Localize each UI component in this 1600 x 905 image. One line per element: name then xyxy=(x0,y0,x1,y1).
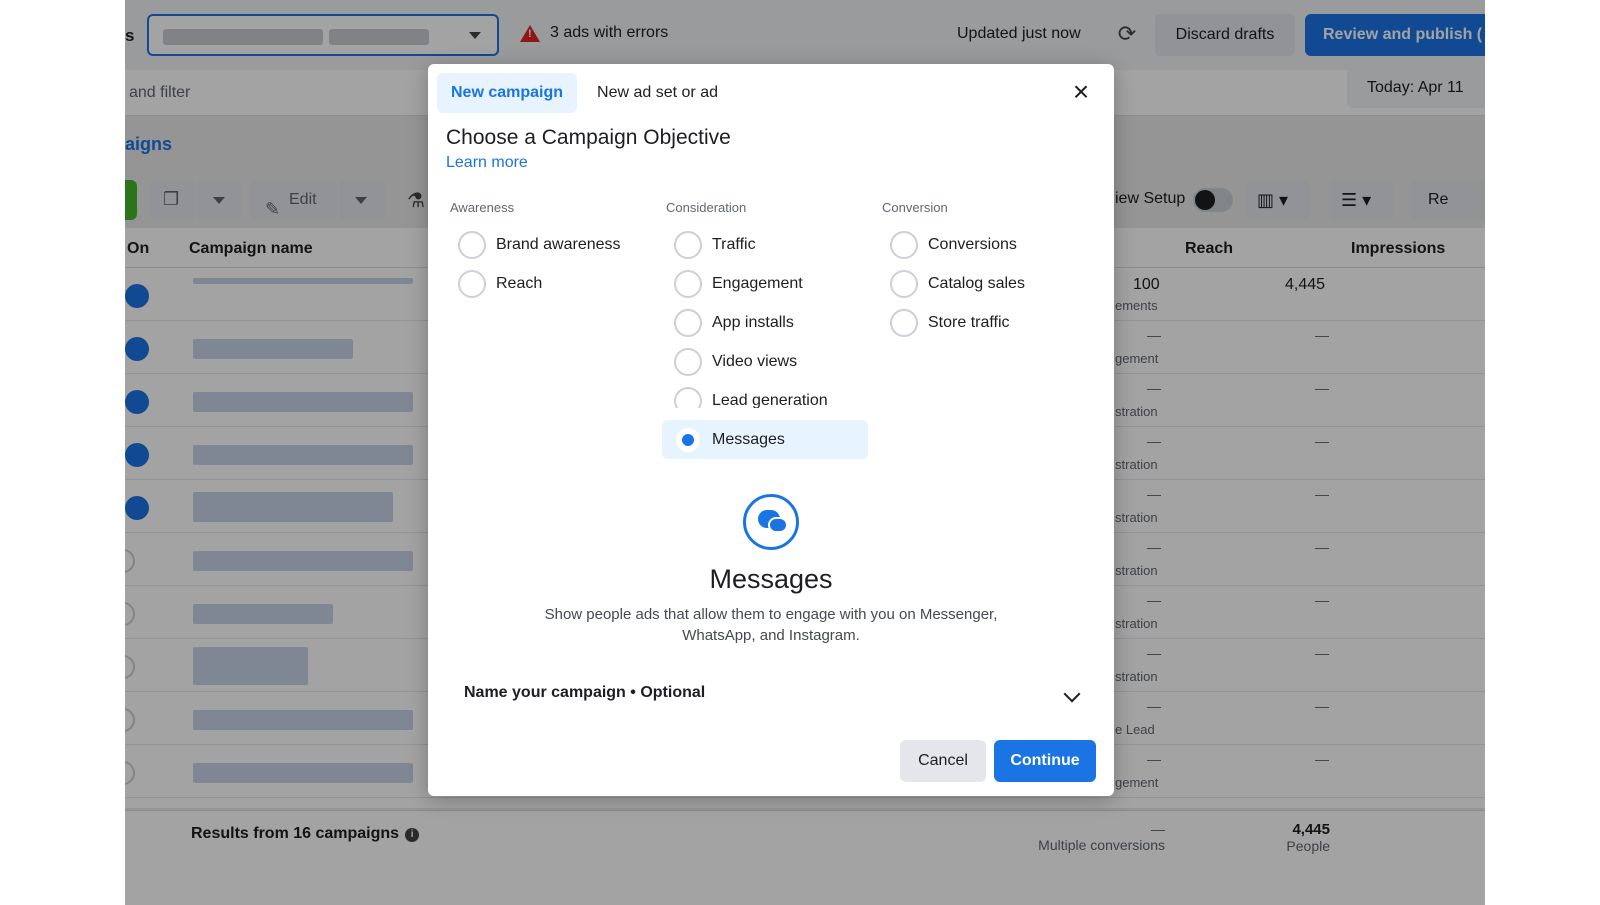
objective-label: Video views xyxy=(712,352,798,370)
objective-reach[interactable]: Reach xyxy=(446,264,656,303)
objective-label: Lead generation xyxy=(712,391,828,409)
radio[interactable] xyxy=(458,230,486,259)
objective-app-installs[interactable]: App installs xyxy=(662,303,872,342)
radio[interactable] xyxy=(674,308,702,337)
objective-store-traffic[interactable]: Store traffic xyxy=(878,303,1088,342)
objective-messages[interactable]: Messages xyxy=(662,420,868,459)
continue-button[interactable]: Continue xyxy=(994,740,1096,782)
awareness-group: Awareness Brand awareness Reach xyxy=(446,200,656,303)
cancel-button[interactable]: Cancel xyxy=(900,740,986,782)
dialog-tabs: New campaign New ad set or ad xyxy=(437,73,732,113)
objective-label: Store traffic xyxy=(928,313,1010,331)
objective-conversions[interactable]: Conversions xyxy=(878,225,1088,264)
objective-label: Reach xyxy=(496,274,543,292)
conversion-group: Conversion Conversions Catalog sales Sto… xyxy=(878,200,1088,342)
group-heading: Consideration xyxy=(666,200,747,215)
objective-label: Catalog sales xyxy=(928,274,1025,292)
chevron-down-icon xyxy=(1063,685,1081,703)
objective-brand-awareness[interactable]: Brand awareness xyxy=(446,225,656,264)
group-heading: Conversion xyxy=(882,200,948,215)
objective-label: Messages xyxy=(712,430,785,448)
objective-detail-description: Show people ads that allow them to engag… xyxy=(544,606,998,644)
objective-traffic[interactable]: Traffic xyxy=(662,225,872,264)
radio[interactable] xyxy=(890,308,918,337)
messenger-chat-icon xyxy=(743,494,799,550)
consideration-group: Consideration Traffic Engagement App ins… xyxy=(662,200,872,459)
radio-selected[interactable] xyxy=(674,425,702,454)
name-campaign-label: Name your campaign • Optional xyxy=(464,684,706,701)
radio[interactable] xyxy=(674,386,702,415)
objective-label: Engagement xyxy=(712,274,803,292)
objective-detail-title: Messages xyxy=(709,564,833,594)
campaign-objective-dialog: New campaign New ad set or ad × Choose a… xyxy=(428,64,1114,796)
objective-video-views[interactable]: Video views xyxy=(662,342,872,381)
objective-engagement[interactable]: Engagement xyxy=(662,264,872,303)
group-heading: Awareness xyxy=(450,200,515,215)
radio[interactable] xyxy=(674,230,702,259)
radio[interactable] xyxy=(674,347,702,376)
objective-label: Brand awareness xyxy=(496,235,621,253)
chat-bubble-front xyxy=(768,517,788,533)
objective-label: App installs xyxy=(712,313,794,331)
learn-more-link[interactable]: Learn more xyxy=(446,154,528,172)
tab-new-campaign[interactable]: New campaign xyxy=(437,73,578,113)
radio[interactable] xyxy=(890,230,918,259)
radio[interactable] xyxy=(458,269,486,298)
objective-catalog-sales[interactable]: Catalog sales xyxy=(878,264,1088,303)
objective-label: Conversions xyxy=(928,235,1017,253)
name-campaign-expander[interactable]: Name your campaign • Optional xyxy=(464,684,1081,714)
objective-label: Traffic xyxy=(712,235,756,253)
radio[interactable] xyxy=(890,269,918,298)
app-frame: s 3 ads with errors Updated just now ⟳ D… xyxy=(125,0,1485,905)
objective-lead-generation[interactable]: Lead generation xyxy=(662,381,872,420)
tab-new-ad-set-or-ad[interactable]: New ad set or ad xyxy=(583,73,732,113)
dialog-title: Choose a Campaign Objective xyxy=(446,126,731,149)
close-icon[interactable]: × xyxy=(1068,78,1094,106)
radio[interactable] xyxy=(674,269,702,298)
